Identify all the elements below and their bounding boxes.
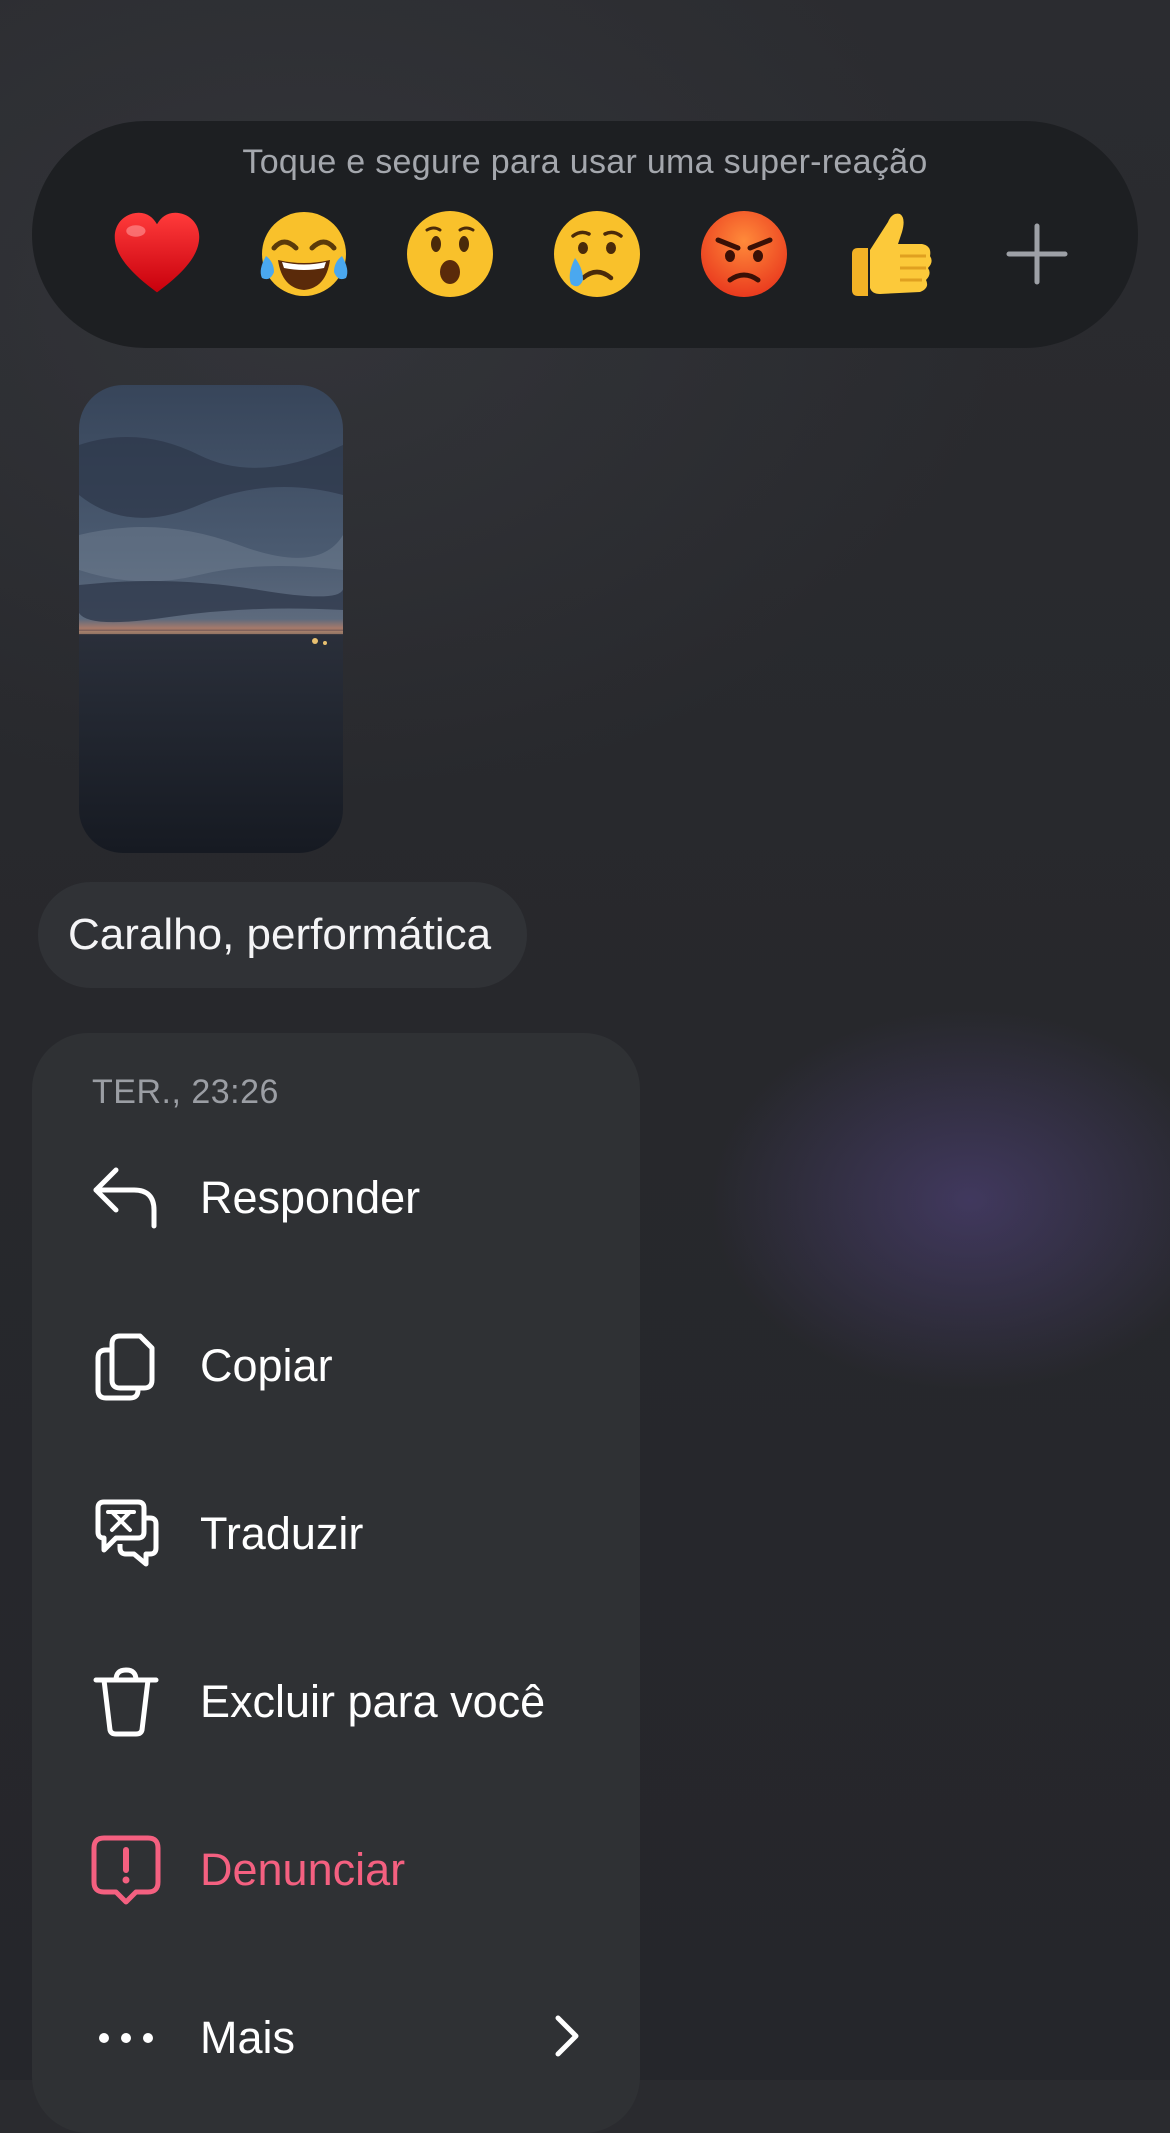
crying-face-icon[interactable] — [542, 199, 652, 309]
translate-icon — [90, 1498, 162, 1570]
menu-item-report[interactable]: Denunciar — [32, 1805, 640, 1935]
report-icon — [90, 1834, 162, 1906]
menu-item-translate[interactable]: Traduzir — [32, 1469, 640, 1599]
menu-item-label: Copiar — [200, 1340, 333, 1391]
message-text: Caralho, performática — [68, 910, 492, 959]
chevron-right-icon — [552, 2014, 582, 2063]
trash-icon — [90, 1666, 162, 1738]
reaction-hint: Toque e segure para usar uma super-reaçã… — [242, 143, 928, 181]
menu-item-label: Responder — [200, 1172, 421, 1223]
menu-item-label: Denunciar — [200, 1844, 406, 1895]
message-timestamp: TER., 23:26 — [92, 1073, 279, 1111]
reaction-bar: Toque e segure para usar uma super-reaçã… — [32, 121, 1138, 348]
plus-icon[interactable] — [982, 199, 1092, 309]
menu-item-label: Excluir para você — [200, 1676, 546, 1727]
face-with-tears-of-joy-icon[interactable] — [249, 199, 359, 309]
red-heart-icon[interactable] — [102, 199, 212, 309]
menu-item-reply[interactable]: Responder — [32, 1133, 640, 1263]
context-menu: TER., 23:26 Responder Copiar Traduzir Ex… — [32, 1033, 640, 2133]
pouting-face-icon[interactable] — [689, 199, 799, 309]
menu-item-label: Traduzir — [200, 1508, 364, 1559]
thumbs-up-icon[interactable] — [835, 199, 945, 309]
message-bubble[interactable]: Caralho, performática — [38, 882, 528, 988]
menu-item-label: Mais — [200, 2012, 296, 2063]
media-thumbnail[interactable] — [79, 385, 343, 853]
menu-item-delete-for-you[interactable]: Excluir para você — [32, 1637, 640, 1767]
menu-item-more[interactable]: Mais — [32, 1973, 640, 2103]
menu-item-copy[interactable]: Copiar — [32, 1301, 640, 1431]
more-dots-icon — [90, 2002, 162, 2074]
face-with-open-mouth-icon[interactable] — [395, 199, 505, 309]
copy-icon — [90, 1330, 162, 1402]
reply-icon — [90, 1162, 162, 1234]
reaction-emoji-row — [102, 199, 1092, 309]
